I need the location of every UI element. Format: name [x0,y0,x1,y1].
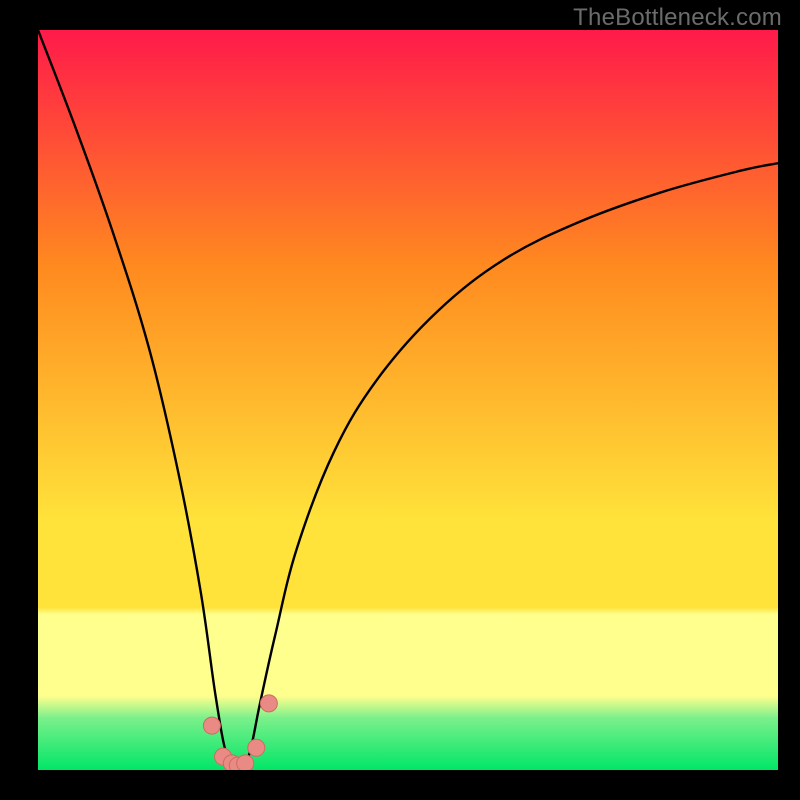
highlight-markers [203,695,277,770]
chart-frame: TheBottleneck.com [0,0,800,800]
watermark-text: TheBottleneck.com [573,4,782,32]
highlight-marker [248,739,265,756]
plot-area [38,30,778,770]
bottleneck-curve [38,30,778,770]
bottleneck-curve-svg [38,30,778,770]
highlight-marker [203,717,220,734]
highlight-marker [237,755,254,770]
highlight-marker [260,695,277,712]
